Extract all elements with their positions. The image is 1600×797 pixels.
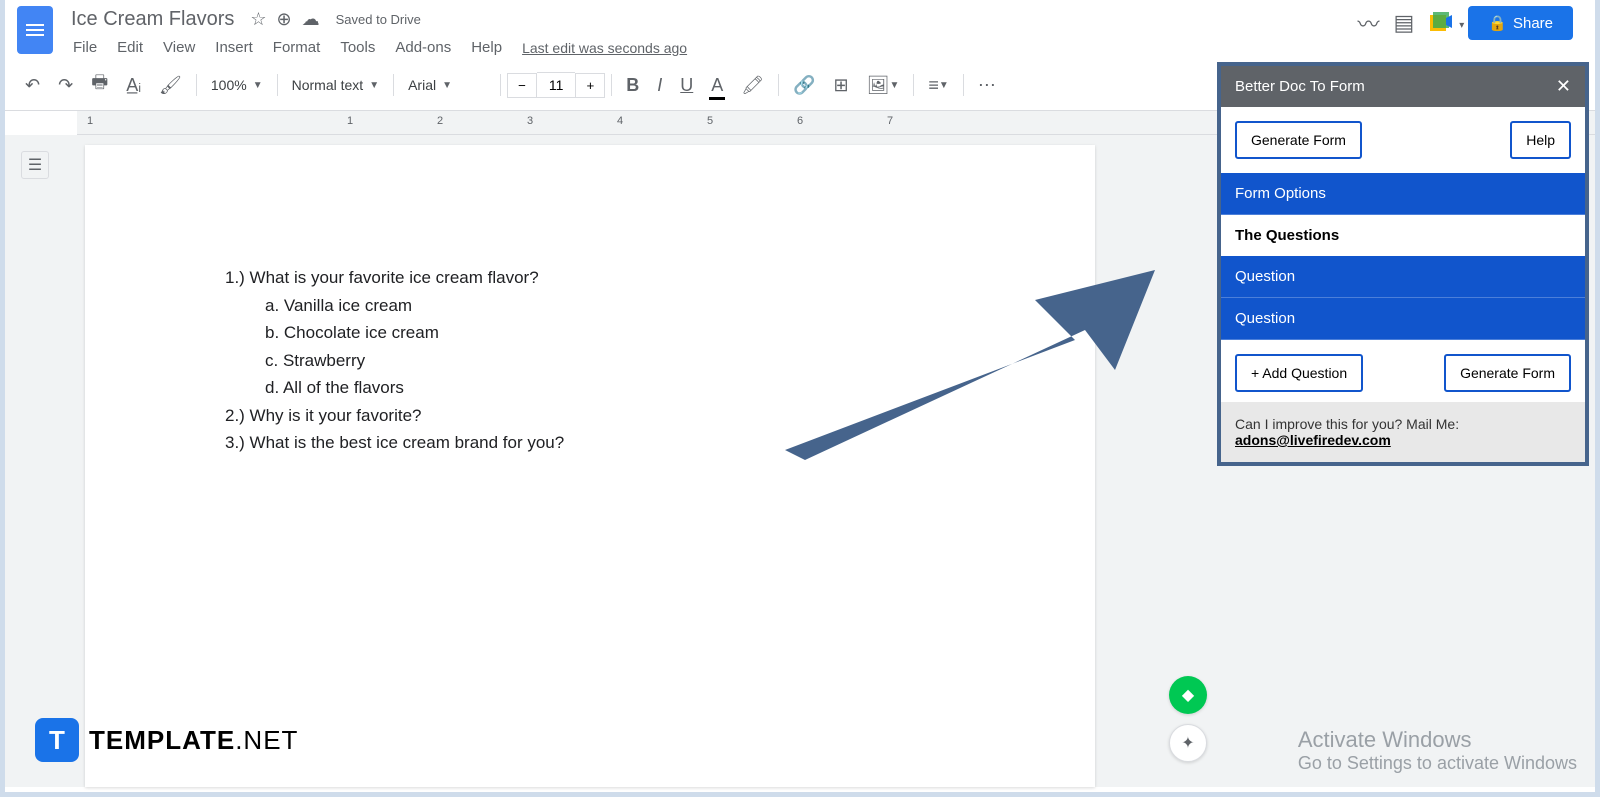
move-icon[interactable]: ⊕ bbox=[277, 9, 292, 30]
template-watermark: T TEMPLATE.NET bbox=[35, 718, 298, 762]
document-content[interactable]: 1.) What is your favorite ice cream flav… bbox=[225, 265, 955, 456]
underline-button[interactable]: U bbox=[672, 69, 701, 102]
outline-icon[interactable]: ☰ bbox=[21, 151, 49, 179]
menu-file[interactable]: File bbox=[65, 35, 105, 60]
share-button[interactable]: 🔒 Share bbox=[1468, 6, 1573, 40]
app-header: Ice Cream Flavors ☆ ⊕ ☁ Saved to Drive F… bbox=[5, 0, 1595, 60]
redo-button[interactable]: ↷ bbox=[50, 69, 81, 102]
zoom-select[interactable]: 100%▼ bbox=[203, 73, 271, 97]
question-section-1[interactable]: Question bbox=[1221, 256, 1585, 298]
activity-icon[interactable]: 〰 bbox=[1357, 7, 1379, 39]
addon-panel: Better Doc To Form ✕ Generate Form Help … bbox=[1217, 62, 1589, 466]
question-1: 1.) What is your favorite ice cream flav… bbox=[225, 265, 955, 291]
comments-icon[interactable]: ▤ bbox=[1393, 10, 1414, 36]
close-icon[interactable]: ✕ bbox=[1556, 76, 1571, 97]
option-1a: a. Vanilla ice cream bbox=[265, 293, 955, 319]
paint-format-button[interactable]: 🖌 bbox=[151, 69, 190, 102]
align-button[interactable]: ≡ ▼ bbox=[920, 69, 956, 102]
question-section-2[interactable]: Question bbox=[1221, 298, 1585, 340]
question-2: 2.) Why is it your favorite? bbox=[225, 403, 955, 429]
generate-form-button-2[interactable]: Generate Form bbox=[1444, 354, 1571, 392]
form-options-section[interactable]: Form Options bbox=[1221, 173, 1585, 215]
font-size-increase[interactable]: + bbox=[575, 73, 605, 98]
bold-button[interactable]: B bbox=[618, 69, 647, 102]
menu-edit[interactable]: Edit bbox=[109, 35, 151, 60]
print-button[interactable]: 🖶 bbox=[83, 64, 116, 106]
menu-tools[interactable]: Tools bbox=[332, 35, 383, 60]
menu-bar: File Edit View Insert Format Tools Add-o… bbox=[65, 35, 1357, 60]
font-select[interactable]: Arial▼ bbox=[400, 73, 494, 97]
docs-logo-icon[interactable] bbox=[17, 6, 53, 54]
link-button[interactable]: 🔗 bbox=[785, 69, 823, 102]
style-select[interactable]: Normal text▼ bbox=[284, 73, 387, 97]
add-question-button[interactable]: + Add Question bbox=[1235, 354, 1363, 392]
windows-watermark: Activate Windows Go to Settings to activ… bbox=[1298, 727, 1577, 774]
font-size-decrease[interactable]: − bbox=[507, 73, 537, 98]
more-button[interactable]: ⋯ bbox=[970, 69, 1004, 102]
option-1c: c. Strawberry bbox=[265, 348, 955, 374]
save-status: Saved to Drive bbox=[336, 12, 421, 27]
menu-format[interactable]: Format bbox=[265, 35, 329, 60]
explore-button[interactable]: ◆ bbox=[1169, 676, 1207, 714]
menu-help[interactable]: Help bbox=[463, 35, 510, 60]
menu-insert[interactable]: Insert bbox=[207, 35, 261, 60]
generate-form-button[interactable]: Generate Form bbox=[1235, 121, 1362, 159]
document-title[interactable]: Ice Cream Flavors bbox=[65, 6, 240, 33]
footer-email-link[interactable]: adons@livefiredev.com bbox=[1235, 432, 1391, 448]
spellcheck-button[interactable]: A̲ᵢ bbox=[118, 69, 149, 102]
questions-label: The Questions bbox=[1235, 215, 1571, 256]
help-button[interactable]: Help bbox=[1510, 121, 1571, 159]
italic-button[interactable]: I bbox=[649, 69, 670, 102]
last-edit-link[interactable]: Last edit was seconds ago bbox=[522, 40, 687, 56]
menu-view[interactable]: View bbox=[155, 35, 203, 60]
font-size-control: − 11 + bbox=[507, 72, 605, 98]
comment-button[interactable]: ⊞ bbox=[826, 69, 857, 102]
addon-title: Better Doc To Form bbox=[1235, 78, 1365, 95]
option-1b: b. Chocolate ice cream bbox=[265, 320, 955, 346]
undo-button[interactable]: ↶ bbox=[17, 69, 48, 102]
feedback-button[interactable]: ✦ bbox=[1169, 724, 1207, 762]
menu-addons[interactable]: Add-ons bbox=[387, 35, 459, 60]
font-size-value[interactable]: 11 bbox=[537, 72, 576, 98]
option-1d: d. All of the flavors bbox=[265, 375, 955, 401]
meet-icon[interactable]: ▾ bbox=[1428, 10, 1454, 36]
question-3: 3.) What is the best ice cream brand for… bbox=[225, 430, 955, 456]
highlight-button[interactable]: 🖍 bbox=[733, 69, 772, 102]
addon-footer: Can I improve this for you? Mail Me: ado… bbox=[1221, 402, 1585, 462]
image-button[interactable]: 🖼 ▼ bbox=[859, 69, 908, 102]
document-page[interactable]: 1.) What is your favorite ice cream flav… bbox=[85, 145, 1095, 787]
text-color-button[interactable]: A bbox=[703, 69, 731, 102]
star-icon[interactable]: ☆ bbox=[250, 9, 266, 30]
cloud-icon[interactable]: ☁ bbox=[302, 9, 320, 30]
